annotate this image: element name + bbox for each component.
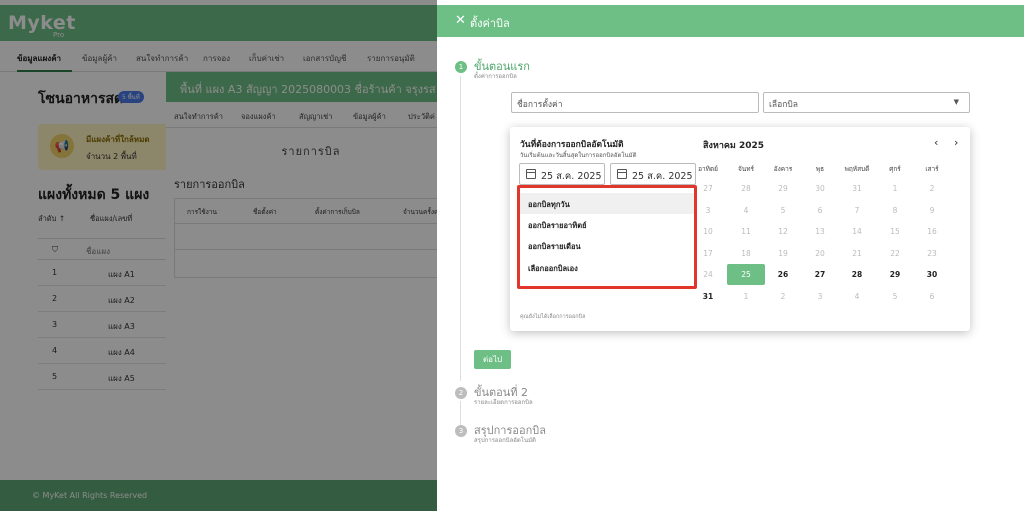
calendar-day[interactable]: 22 (876, 243, 914, 264)
weekday-header: พฤหัสบดี (844, 165, 870, 173)
chevron-down-icon: ▼ (953, 98, 959, 106)
step-connector (460, 401, 461, 425)
calendar-day[interactable]: 13 (801, 221, 839, 242)
weekday-header: ศุกร์ (889, 165, 901, 173)
calendar-day[interactable]: 6 (801, 200, 839, 221)
bill-select-value: เลือกบิล (769, 100, 798, 110)
calendar-day[interactable]: 25 (727, 264, 765, 285)
close-icon[interactable]: ✕ (455, 13, 466, 28)
calendar-day[interactable]: 19 (764, 243, 802, 264)
calendar-day[interactable]: 18 (727, 243, 765, 264)
calendar-day[interactable]: 16 (913, 221, 951, 242)
end-date-value: 25 ส.ค. 2025 (632, 171, 693, 182)
chevron-right-icon[interactable]: › (954, 136, 958, 149)
calendar-day[interactable]: 2 (764, 286, 802, 307)
calendar-day[interactable]: 21 (838, 243, 876, 264)
calendar-icon (526, 169, 536, 179)
weekday-header: เสาร์ (925, 165, 939, 173)
weekday-header: จันทร์ (737, 165, 755, 173)
calendar-day[interactable]: 4 (838, 286, 876, 307)
calendar-day[interactable]: 20 (801, 243, 839, 264)
step-1-dot: 1 (455, 61, 467, 73)
calendar-day[interactable]: 1 (876, 178, 914, 199)
calendar-day[interactable]: 9 (913, 200, 951, 221)
setting-name-field[interactable]: ชื่อการตั้งค่า (511, 92, 759, 113)
calendar-day[interactable]: 26 (764, 264, 802, 285)
drawer-title: ตั้งค่าบิล (470, 17, 510, 30)
calendar-day[interactable]: 6 (913, 286, 951, 307)
calendar-day[interactable]: 8 (876, 200, 914, 221)
calendar-month-label: สิงหาคม 2025 (703, 141, 765, 151)
calendar-day[interactable]: 27 (801, 264, 839, 285)
start-date-value: 25 ส.ค. 2025 (541, 171, 602, 182)
calendar-day[interactable]: 28 (727, 178, 765, 199)
popup-hint: คุณยังไม่ได้เลือกการออกบิล (520, 314, 586, 320)
calendar-day[interactable]: 30 (801, 178, 839, 199)
end-date-input[interactable]: 25 ส.ค. 2025 (610, 163, 696, 185)
calendar-day[interactable]: 28 (838, 264, 876, 285)
calendar-day[interactable]: 3 (801, 286, 839, 307)
calendar-day[interactable]: 23 (913, 243, 951, 264)
annotation-highlight-box (517, 185, 697, 289)
calendar-day[interactable]: 5 (876, 286, 914, 307)
step-2-subtitle: รายละเอียดการออกบิล (474, 399, 533, 406)
weekday-header: อังคาร (773, 165, 793, 173)
popup-title: วันที่ต้องการออกบิลอัตโนมัติ (520, 140, 624, 150)
calendar-day[interactable]: 11 (727, 221, 765, 242)
popup-subtitle: วันเริ่มต้นและวันสิ้นสุดในการออกบิลอัตโน… (520, 152, 637, 159)
step-3-dot: 3 (455, 425, 467, 437)
weekday-header: อาทิตย์ (698, 165, 718, 173)
calendar-day[interactable]: 4 (727, 200, 765, 221)
weekday-header: พุธ (815, 165, 825, 173)
step-1-subtitle: ตั้งค่าการออกบิล (474, 73, 517, 80)
drawer-header: ✕ ตั้งค่าบิล (437, 5, 1024, 37)
calendar-day[interactable]: 30 (913, 264, 951, 285)
calendar-day[interactable]: 14 (838, 221, 876, 242)
calendar-day[interactable]: 2 (913, 178, 951, 199)
start-date-input[interactable]: 25 ส.ค. 2025 (519, 163, 605, 185)
step-connector (460, 76, 461, 381)
calendar-day[interactable]: 12 (764, 221, 802, 242)
calendar-icon (617, 169, 627, 179)
calendar-day[interactable]: 29 (764, 178, 802, 199)
calendar-day[interactable]: 5 (764, 200, 802, 221)
bill-select[interactable]: เลือกบิล ▼ (763, 92, 970, 113)
step-3-subtitle: สรุปการออกบิลอัตโนมัติ (474, 437, 536, 444)
calendar-day[interactable]: 7 (838, 200, 876, 221)
calendar-day[interactable]: 1 (727, 286, 765, 307)
calendar-day[interactable]: 31 (838, 178, 876, 199)
chevron-left-icon[interactable]: ‹ (934, 136, 938, 149)
calendar-day[interactable]: 29 (876, 264, 914, 285)
calendar-day[interactable]: 15 (876, 221, 914, 242)
step-2-dot: 2 (455, 387, 467, 399)
next-button[interactable]: ต่อไป (474, 350, 511, 369)
